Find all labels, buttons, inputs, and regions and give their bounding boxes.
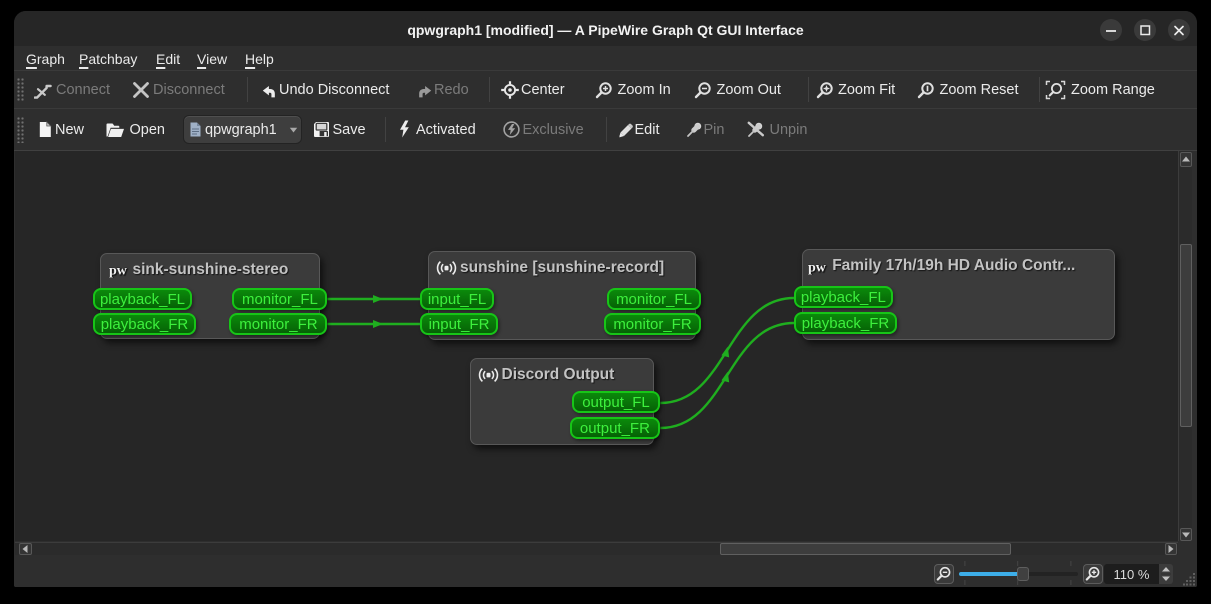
svg-text:pw: pw bbox=[808, 260, 827, 275]
svg-text:pw: pw bbox=[109, 264, 128, 279]
